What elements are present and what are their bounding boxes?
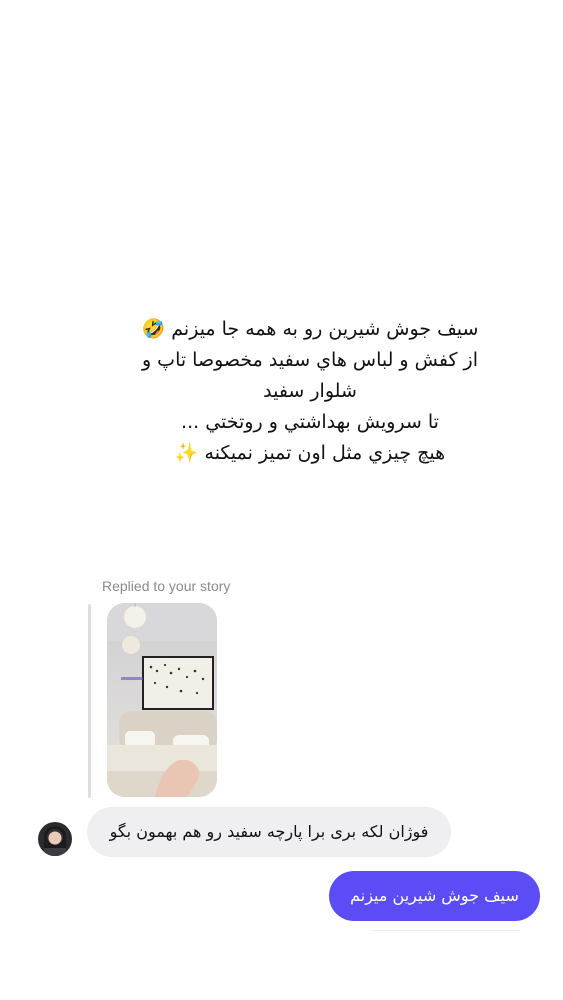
dm-thread: سيف جوش شيرين رو به همه جا ميزنم 🤣 از كف…: [0, 0, 563, 1000]
divider: [372, 930, 520, 931]
avatar[interactable]: [38, 822, 72, 856]
incoming-message-bubble[interactable]: فوژان لكه برى برا پارچه سفيد رو هم بهمون…: [87, 807, 451, 857]
outgoing-message-bubble[interactable]: سيف جوش شيرين ميزنم: [329, 871, 540, 921]
story-thumbnail[interactable]: [107, 603, 217, 797]
replied-to-story-label: Replied to your story: [102, 578, 231, 594]
reply-quote-bar: [88, 604, 91, 798]
story-caption-text: سيف جوش شيرين رو به همه جا ميزنم 🤣 از كف…: [141, 318, 479, 464]
